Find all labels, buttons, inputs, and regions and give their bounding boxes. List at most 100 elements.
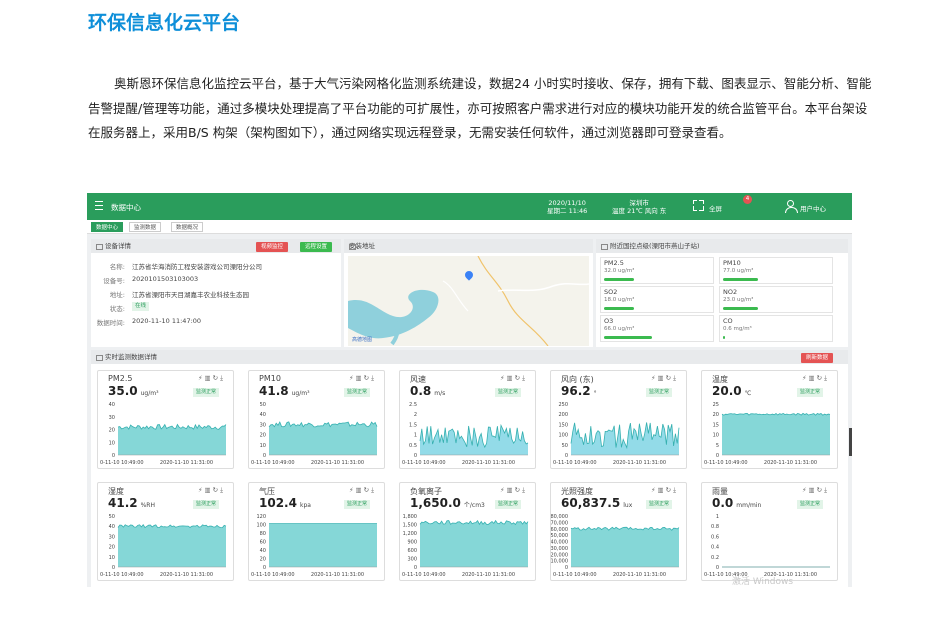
device-field-value: 江苏省华海消防工程安装游戏公司溧阳分公司 xyxy=(132,263,262,271)
reading-value: 18.0 ug/m³ xyxy=(604,297,635,303)
reading-value: 0.6 mg/m³ xyxy=(723,326,752,332)
chart-tool-icons[interactable]: ⚡▥↻⤓ xyxy=(198,486,225,495)
x-start-label: 0-11-10 10:49:00 xyxy=(100,572,144,578)
x-start-label: 0-11-10 10:49:00 xyxy=(402,460,446,466)
alert-badge[interactable]: 4 xyxy=(743,195,752,204)
station-reading: O3 66.0 ug/m³ xyxy=(600,315,714,342)
y-tick-label: 900 xyxy=(407,540,417,546)
y-tick-label: 10 xyxy=(109,440,115,446)
reading-value: 77.0 ug/m³ xyxy=(723,268,754,274)
y-tick-label: 1,500 xyxy=(403,523,417,529)
remote-settings-button[interactable]: 远程设置 xyxy=(300,242,333,252)
sensor-card: 风速 ⚡▥↻⤓ 0.8 m/s 监测正常 2.5 2 1.5 1 0.5 0 0-11-10 10:4… xyxy=(399,370,536,469)
fullscreen-icon[interactable] xyxy=(692,199,705,212)
y-tick-label: 20 xyxy=(109,428,115,434)
y-tick-label: 50 xyxy=(260,402,266,408)
reading-value: 66.0 ug/m³ xyxy=(604,326,635,332)
y-tick-label: 1 xyxy=(716,514,719,520)
x-start-label: 0-11-10 10:49:00 xyxy=(553,460,597,466)
series-area xyxy=(571,422,679,455)
fullscreen-label[interactable]: 全屏 xyxy=(709,203,722,213)
device-field-label: 数据时间: xyxy=(96,319,125,327)
sensor-card: PM2.5 ⚡▥↻⤓ 35.0 ug/m³ 监测正常 40 30 20 10 0 0-11-10 1… xyxy=(97,370,234,469)
sensor-name: PM2.5 xyxy=(108,374,133,383)
x-start-label: 0-11-10 10:49:00 xyxy=(704,460,748,466)
menu-icon[interactable] xyxy=(95,201,103,210)
level-bar xyxy=(723,278,758,281)
x-start-label: 0-11-10 10:49:00 xyxy=(402,572,446,578)
y-tick-label: 50,000 xyxy=(551,533,568,539)
status-badge: 监测正常 xyxy=(645,388,672,397)
chart-tool-icons[interactable]: ⚡▥↻⤓ xyxy=(500,374,527,383)
status-badge: 监测正常 xyxy=(192,388,219,397)
chart-tool-icons[interactable]: ⚡▥↻⤓ xyxy=(500,486,527,495)
map-logo: 高德地图 xyxy=(352,337,373,343)
chart-tool-icons[interactable]: ⚡▥↻⤓ xyxy=(349,486,376,495)
status-badge: 监测正常 xyxy=(796,500,823,509)
value-number: 102.4 xyxy=(259,496,297,510)
value-unit: lux xyxy=(623,502,633,509)
reading-name: SO2 xyxy=(604,288,618,296)
chart-tool-icons[interactable]: ⚡▥↻⤓ xyxy=(349,374,376,383)
y-tick-label: 0 xyxy=(414,453,417,459)
y-tick-label: 40 xyxy=(109,524,115,530)
x-end-label: 2020-11-10 11:31:00 xyxy=(311,572,364,578)
y-tick-label: 1 xyxy=(414,433,417,439)
y-tick-label: 0.8 xyxy=(711,524,719,530)
reading-name: PM10 xyxy=(723,259,741,267)
y-tick-label: 250 xyxy=(558,402,568,408)
x-start-label: 0-11-10 10:49:00 xyxy=(251,460,295,466)
series-area xyxy=(420,520,528,567)
status-badge: 在线 xyxy=(132,302,150,311)
y-tick-label: 50 xyxy=(109,514,115,520)
user-center-link[interactable]: 用户中心 xyxy=(800,203,826,213)
y-tick-label: 10 xyxy=(109,555,115,561)
sensor-trend-chart: 120 100 80 60 40 20 00-11-10 10:49:00 2020-11-1… xyxy=(251,514,377,578)
series-area xyxy=(269,421,377,455)
series-area xyxy=(118,424,226,455)
value-unit: ℃ xyxy=(744,390,752,397)
y-tick-label: 2.5 xyxy=(409,402,417,408)
level-bar xyxy=(604,278,634,281)
sensor-value: 41.8 ug/m³ xyxy=(259,384,310,398)
chart-tool-icons[interactable]: ⚡▥↻⤓ xyxy=(651,486,678,495)
user-icon[interactable] xyxy=(785,200,798,213)
value-number: 35.0 xyxy=(108,384,138,398)
refresh-data-button[interactable]: 刷新数据 xyxy=(801,353,834,363)
y-tick-label: 60,000 xyxy=(551,527,568,533)
scrollbar[interactable] xyxy=(849,428,852,456)
value-number: 1,650.0 xyxy=(410,496,461,510)
tab-data-center[interactable]: 数据中心 xyxy=(91,222,124,232)
y-tick-label: 30 xyxy=(109,415,115,421)
tab-monitor-data[interactable]: 监测数据 xyxy=(129,222,162,232)
sensor-trend-chart: 40 30 20 10 00-11-10 10:49:00 2020-11-10 11:3… xyxy=(100,402,227,466)
tab-data-overview[interactable]: 数据概况 xyxy=(171,222,204,232)
sensor-trend-chart: 1,800 1,500 1,200 900 600 300 00-11-10 10:49:0… xyxy=(402,514,529,578)
sensor-value: 35.0 ug/m³ xyxy=(108,384,159,398)
y-tick-label: 0 xyxy=(414,565,417,571)
y-tick-label: 100 xyxy=(558,433,568,439)
realtime-panel-header: 实时监测数据详情 xyxy=(91,350,848,364)
app-screenshot: 数据中心 2020/11/10 星期二 11:46 深圳市 温度 21℃ 风向 … xyxy=(87,193,852,587)
video-monitor-button[interactable]: 视频监控 xyxy=(256,242,289,252)
y-tick-label: 25 xyxy=(713,402,719,408)
chart-tool-icons[interactable]: ⚡▥↻⤓ xyxy=(651,374,678,383)
sensor-trend-chart: 2.5 2 1.5 1 0.5 00-11-10 10:49:00 2020-11-10 1… xyxy=(402,402,529,466)
reading-name: NO2 xyxy=(723,288,738,296)
sensor-value: 60,837.5 lux xyxy=(561,496,632,510)
station-reading: PM10 77.0 ug/m³ xyxy=(719,257,833,284)
device-field-label: 名称: xyxy=(109,263,125,271)
series-area xyxy=(118,524,226,567)
chart-tool-icons[interactable]: ⚡▥↻⤓ xyxy=(802,374,829,383)
y-tick-label: 30,000 xyxy=(551,546,568,552)
status-badge: 监测正常 xyxy=(494,500,521,509)
sensor-value: 41.2 %RH xyxy=(108,496,155,510)
chart-tool-icons[interactable]: ⚡▥↻⤓ xyxy=(198,374,225,383)
sensor-trend-chart: 50 40 30 20 10 00-11-10 10:49:00 2020-11-10 11… xyxy=(251,402,378,466)
map-view[interactable]: 高德地图 xyxy=(348,256,589,346)
value-unit: 个/cm3 xyxy=(463,502,485,509)
chart-tool-icons[interactable]: ⚡▥↻⤓ xyxy=(802,486,829,495)
y-tick-label: 0.5 xyxy=(409,443,417,449)
sensor-value: 20.0 ℃ xyxy=(712,384,751,398)
reading-name: CO xyxy=(723,317,733,325)
